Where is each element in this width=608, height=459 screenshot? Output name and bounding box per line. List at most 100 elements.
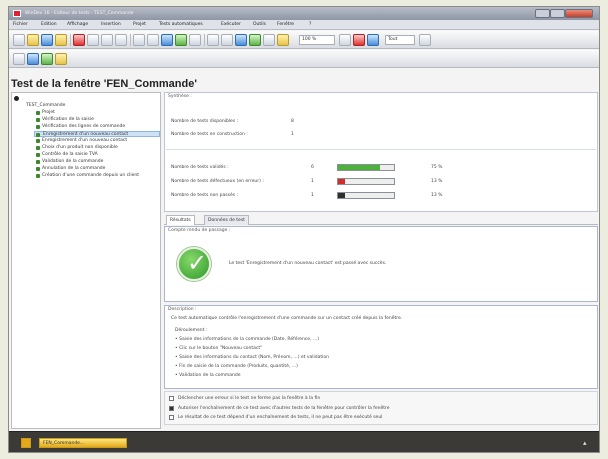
search-select[interactable]: Tout: [385, 35, 415, 45]
tab-resultats[interactable]: Résultats: [166, 215, 195, 225]
tree-item-root[interactable]: TEST_Commande: [26, 103, 65, 109]
copy-icon[interactable]: [101, 34, 113, 46]
close-button[interactable]: [565, 9, 593, 18]
description-title: Description :: [168, 307, 197, 312]
failed-tests-value: 1: [311, 179, 314, 184]
menu-item-outils[interactable]: Outils: [253, 22, 266, 27]
folder-icon[interactable]: [55, 34, 67, 46]
tree-item[interactable]: Vérification des lignes de commande: [36, 124, 126, 130]
tree-item-label: Annulation de la commande: [42, 166, 106, 171]
window-list-icon[interactable]: [21, 438, 31, 448]
play-icon[interactable]: [27, 53, 39, 65]
progress-fill: [338, 193, 346, 198]
zoom-select[interactable]: 100 %: [299, 35, 335, 45]
replace-icon[interactable]: [221, 34, 233, 46]
paste-icon[interactable]: [115, 34, 127, 46]
available-tests-label: Nombre de tests disponibles :: [171, 119, 239, 124]
step-item: • Validation de la commande: [175, 373, 241, 378]
save-icon[interactable]: [41, 34, 53, 46]
tree-item[interactable]: Validation de la commande: [36, 159, 103, 165]
find-icon[interactable]: [207, 34, 219, 46]
layout-icon[interactable]: [339, 34, 351, 46]
menu-item-tests-automatiques[interactable]: Tests automatiques: [159, 22, 203, 27]
passed-progress-bar: [337, 164, 395, 171]
tree-item-label: Vérification de la saisie: [42, 117, 94, 122]
options-panel: Déclencher une erreur si le test ne ferm…: [164, 391, 598, 425]
title-bar: WinDev 16 - Editeur de tests - TEST_Comm…: [9, 7, 599, 20]
check-icon[interactable]: [41, 53, 53, 65]
option-checkbox[interactable]: [169, 396, 174, 401]
test-icon: [36, 146, 40, 150]
option-label: Autoriser l'enchaînement de ce test avec…: [178, 406, 390, 411]
list-icon[interactable]: [13, 53, 25, 65]
divider: [166, 149, 596, 150]
grid-icon[interactable]: [263, 34, 275, 46]
step-item: • Fin de saisie de la commande (Produits…: [175, 364, 298, 369]
tree-item-label: Création d'une commande depuis un client: [42, 173, 139, 178]
tree-item[interactable]: Projet: [36, 110, 55, 116]
option-checkbox[interactable]: [169, 415, 174, 420]
tree-item[interactable]: Contrôle de la saisie TVA: [36, 152, 98, 158]
tab-donnees-de-test[interactable]: Données de test: [204, 215, 249, 225]
description-panel: Description : Ce test automatique contrô…: [164, 305, 598, 389]
redo-icon[interactable]: [147, 34, 159, 46]
option-checkbox[interactable]: [169, 406, 174, 411]
secondary-toolbar: [9, 50, 599, 68]
tree-item[interactable]: Enregistrement d'un nouveau contact: [36, 138, 128, 144]
test-icon: [36, 174, 40, 178]
menu-item-help[interactable]: ?: [309, 22, 311, 27]
record-icon[interactable]: [189, 34, 201, 46]
option-label: Déclencher une erreur si le test ne ferm…: [178, 396, 321, 401]
status-bar: FEN_Commande... ▴: [9, 431, 599, 452]
tree-item[interactable]: Création d'une commande depuis un client: [36, 173, 139, 179]
open-icon[interactable]: [27, 34, 39, 46]
tree-item-label: Enregistrement d'un nouveau contact: [43, 132, 129, 137]
tree-root[interactable]: [14, 96, 21, 102]
menu-item-executer[interactable]: Exécuter: [221, 22, 241, 27]
options-icon[interactable]: [419, 34, 431, 46]
menu-item-affichage[interactable]: Affichage: [67, 22, 88, 27]
delete-icon[interactable]: [73, 34, 85, 46]
new-icon[interactable]: [13, 34, 25, 46]
description-intro: Ce test automatique contrôle l'enregistr…: [171, 316, 403, 321]
main-area: Synthèse : Nombre de tests disponibles :…: [164, 92, 598, 429]
tree-item-label: Projet: [42, 110, 55, 115]
minimize-button[interactable]: [535, 9, 550, 18]
undo-icon[interactable]: [133, 34, 145, 46]
tree-item[interactable]: Annulation de la commande: [36, 166, 106, 172]
progress-fill: [338, 165, 380, 170]
test-icon: [36, 111, 40, 115]
step-item: • Clic sur le bouton "Nouveau contact": [175, 346, 263, 351]
tree-item[interactable]: Vérification de la saisie: [36, 117, 94, 123]
window-title: WinDev 16 - Editeur de tests - TEST_Comm…: [25, 11, 134, 16]
menu-item-projet[interactable]: Projet: [133, 22, 146, 27]
run-test-icon[interactable]: [161, 34, 173, 46]
open-window-tab[interactable]: FEN_Commande...: [39, 438, 127, 448]
synthesis-title: Synthèse :: [168, 94, 192, 99]
test-icon[interactable]: [249, 34, 261, 46]
test-icon: [36, 118, 40, 122]
project-icon[interactable]: [277, 34, 289, 46]
tree-item-label: Vérification des lignes de commande: [42, 124, 126, 129]
menu-item-insertion[interactable]: Insertion: [101, 22, 121, 27]
steps-title: Déroulement :: [175, 328, 208, 333]
cut-icon[interactable]: [87, 34, 99, 46]
skipped-tests-value: 1: [311, 193, 314, 198]
window-icon[interactable]: [235, 34, 247, 46]
tree-item-selected[interactable]: Enregistrement d'un nouveau contact: [34, 131, 160, 137]
stop-icon[interactable]: [353, 34, 365, 46]
help-icon[interactable]: [367, 34, 379, 46]
menu-item-fenetre[interactable]: Fenêtre: [277, 22, 294, 27]
debug-icon[interactable]: [55, 53, 67, 65]
skipped-tests-label: Nombre de tests non passés :: [171, 193, 239, 198]
eye-icon: [14, 96, 19, 101]
menu-item-fichier[interactable]: Fichier: [13, 22, 28, 27]
go-icon[interactable]: [175, 34, 187, 46]
tree-item-label: Enregistrement d'un nouveau contact: [42, 138, 128, 143]
maximize-button[interactable]: [550, 9, 565, 18]
menu-item-edition[interactable]: Edition: [41, 22, 57, 27]
chevron-up-icon[interactable]: ▴: [583, 439, 591, 447]
available-tests-value: 8: [291, 119, 294, 124]
tree-item-label: TEST_Commande: [26, 103, 66, 108]
tree-item[interactable]: Choix d'un produit non disponible: [36, 145, 118, 151]
